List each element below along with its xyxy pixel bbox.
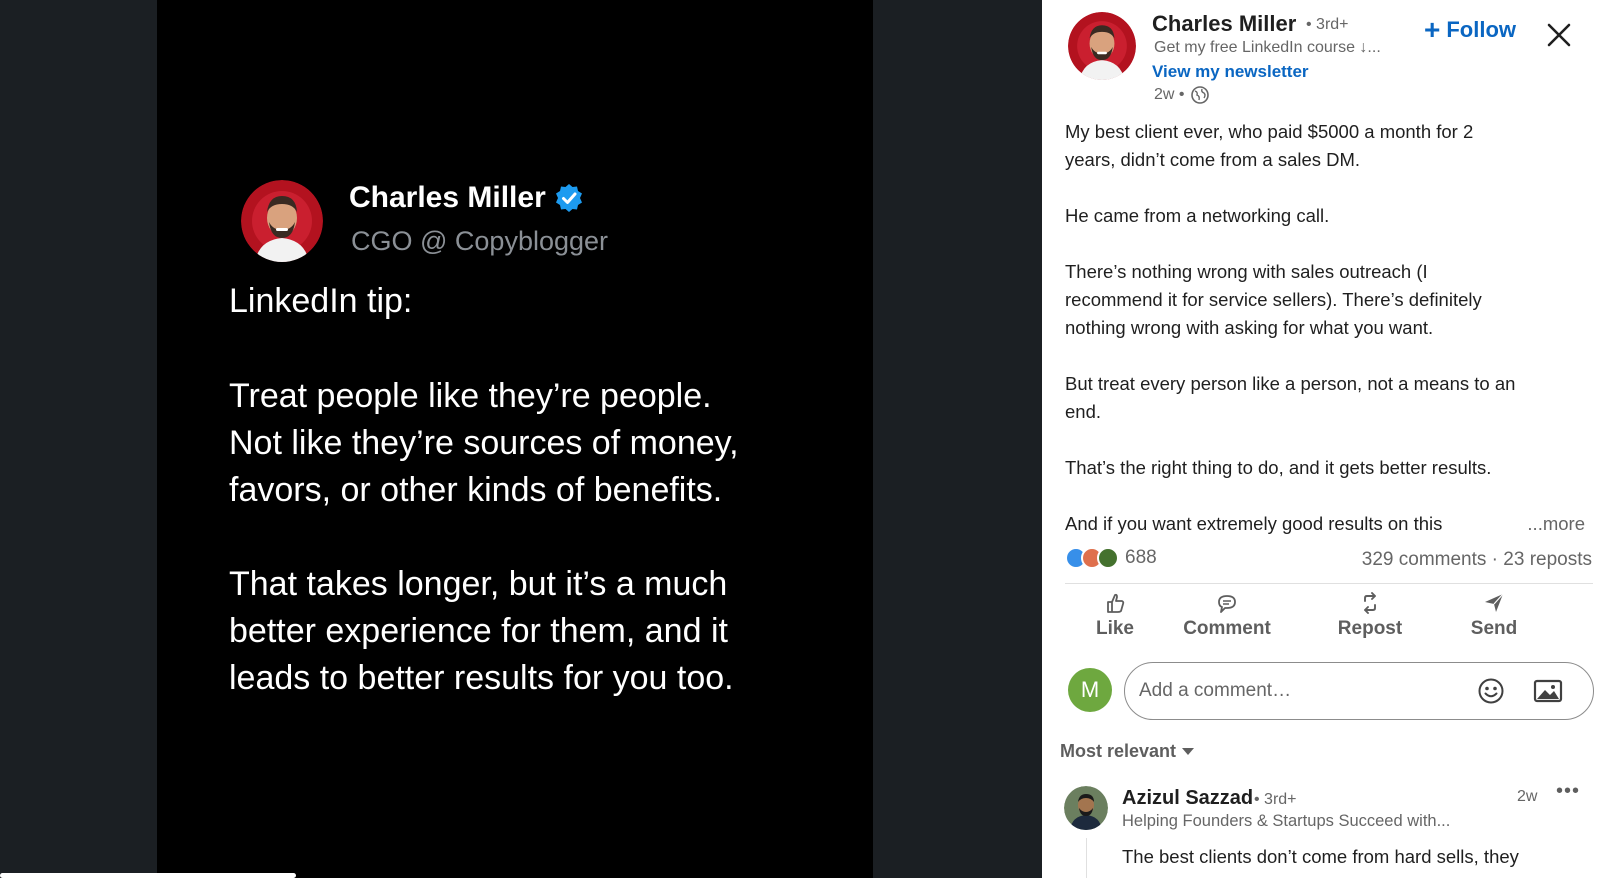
comment-input[interactable]	[1139, 680, 1459, 702]
comment-box[interactable]	[1124, 662, 1594, 720]
author-avatar	[241, 180, 323, 262]
commenter-name[interactable]: Azizul Sazzad	[1122, 787, 1253, 810]
commenter-degree: • 3rd+	[1254, 791, 1297, 808]
post-line: end.	[1065, 401, 1102, 422]
see-more-link[interactable]: ...more	[1527, 510, 1585, 538]
close-icon[interactable]	[1544, 20, 1574, 50]
tip-line: Not like they’re sources of money,	[229, 424, 739, 462]
post-line: That’s the right thing to do, and it get…	[1065, 457, 1492, 478]
repost-icon	[1364, 592, 1376, 614]
poster-avatar[interactable]	[1068, 12, 1136, 80]
send-icon	[1485, 593, 1504, 612]
poster-headline: Get my free LinkedIn course ↓...	[1154, 39, 1381, 56]
follow-button[interactable]: + Follow	[1424, 14, 1517, 45]
poster-name[interactable]: Charles Miller	[1152, 11, 1296, 37]
comment-more-options-icon[interactable]: •••	[1556, 780, 1580, 803]
post-time: 2w •	[1154, 86, 1185, 103]
tip-paragraph-2: That takes longer, but it’s a much bette…	[229, 561, 734, 702]
reaction-icons	[1065, 547, 1119, 569]
connection-degree: • 3rd+	[1306, 16, 1349, 33]
caret-down-icon	[1182, 748, 1195, 755]
image-icon[interactable]	[1533, 677, 1563, 705]
author-name: Charles Miller	[349, 181, 546, 214]
post-body: My best client ever, who paid $5000 a mo…	[1065, 118, 1585, 538]
post-line: There’s nothing wrong with sales outreac…	[1065, 261, 1428, 282]
support-reaction-icon	[1097, 547, 1119, 569]
tip-line: favors, or other kinds of benefits.	[229, 471, 723, 509]
comment-sort-dropdown[interactable]: Most relevant	[1060, 741, 1195, 762]
verified-badge-icon	[554, 183, 584, 213]
comments-reposts-count[interactable]: 329 comments · 23 reposts	[1362, 549, 1592, 571]
post-line: years, didn’t come from a sales DM.	[1065, 149, 1361, 170]
author-role: CGO @ Copyblogger	[351, 226, 609, 256]
plus-icon: +	[1424, 14, 1441, 45]
comment-time: 2w	[1517, 788, 1538, 805]
post-line: nothing wrong with asking for what you w…	[1065, 317, 1434, 338]
post-detail-panel: Charles Miller • 3rd+ Get my free Linked…	[1042, 0, 1600, 878]
tip-line: leads to better results for you too.	[229, 659, 734, 697]
send-label: Send	[1470, 618, 1518, 639]
post-line: recommend it for service sellers). There…	[1065, 289, 1482, 310]
reaction-count: 688	[1125, 547, 1157, 568]
follow-label: Follow	[1446, 17, 1517, 42]
comment-label: Comment	[1183, 618, 1271, 639]
reactions-summary[interactable]: 688	[1065, 547, 1157, 569]
divider	[1065, 583, 1593, 584]
sort-label: Most relevant	[1060, 741, 1177, 761]
post-line: And if you want extremely good results o…	[1065, 513, 1443, 534]
media-viewer: Charles Miller CGO @ Copyblogger LinkedI…	[0, 0, 1042, 878]
tip-line: better experience for them, and it	[229, 612, 728, 650]
like-button[interactable]: Like	[1067, 592, 1163, 640]
tip-title: LinkedIn tip:	[229, 282, 413, 320]
globe-icon	[1190, 86, 1209, 104]
post-image[interactable]: Charles Miller CGO @ Copyblogger LinkedI…	[157, 0, 873, 878]
commenter-avatar[interactable]	[1064, 786, 1108, 830]
media-scrollbar[interactable]	[0, 873, 296, 878]
send-button[interactable]: Send	[1458, 592, 1530, 640]
tip-paragraph-1: Treat people like they’re people. Not li…	[229, 373, 739, 514]
post-timestamp: 2w •	[1154, 86, 1209, 104]
author-name-with-badge: Charles Miller	[349, 181, 584, 215]
emoji-icon[interactable]	[1477, 677, 1505, 705]
comment-thread-line	[1086, 838, 1087, 878]
post-line-last: And if you want extremely good results o…	[1065, 510, 1585, 538]
repost-label: Repost	[1337, 618, 1403, 639]
like-label: Like	[1095, 618, 1135, 639]
tip-line: Treat people like they’re people.	[229, 377, 712, 415]
social-actions-bar: Like Comment Repost Send	[1042, 592, 1600, 650]
tip-line: That takes longer, but it’s a much	[229, 565, 728, 603]
commenter-headline: Helping Founders & Startups Succeed with…	[1122, 812, 1451, 830]
current-user-avatar: M	[1068, 668, 1112, 712]
thumbs-up-icon	[1107, 593, 1125, 613]
comment-button[interactable]: Comment	[1172, 592, 1282, 640]
post-line: My best client ever, who paid $5000 a mo…	[1065, 121, 1474, 142]
post-line: He came from a networking call.	[1065, 205, 1330, 226]
comment-icon	[1218, 595, 1236, 613]
repost-button[interactable]: Repost	[1326, 592, 1414, 640]
post-line: But treat every person like a person, no…	[1065, 373, 1516, 394]
comment-text: The best clients don’t come from hard se…	[1122, 846, 1519, 867]
view-newsletter-link[interactable]: View my newsletter	[1152, 62, 1309, 82]
